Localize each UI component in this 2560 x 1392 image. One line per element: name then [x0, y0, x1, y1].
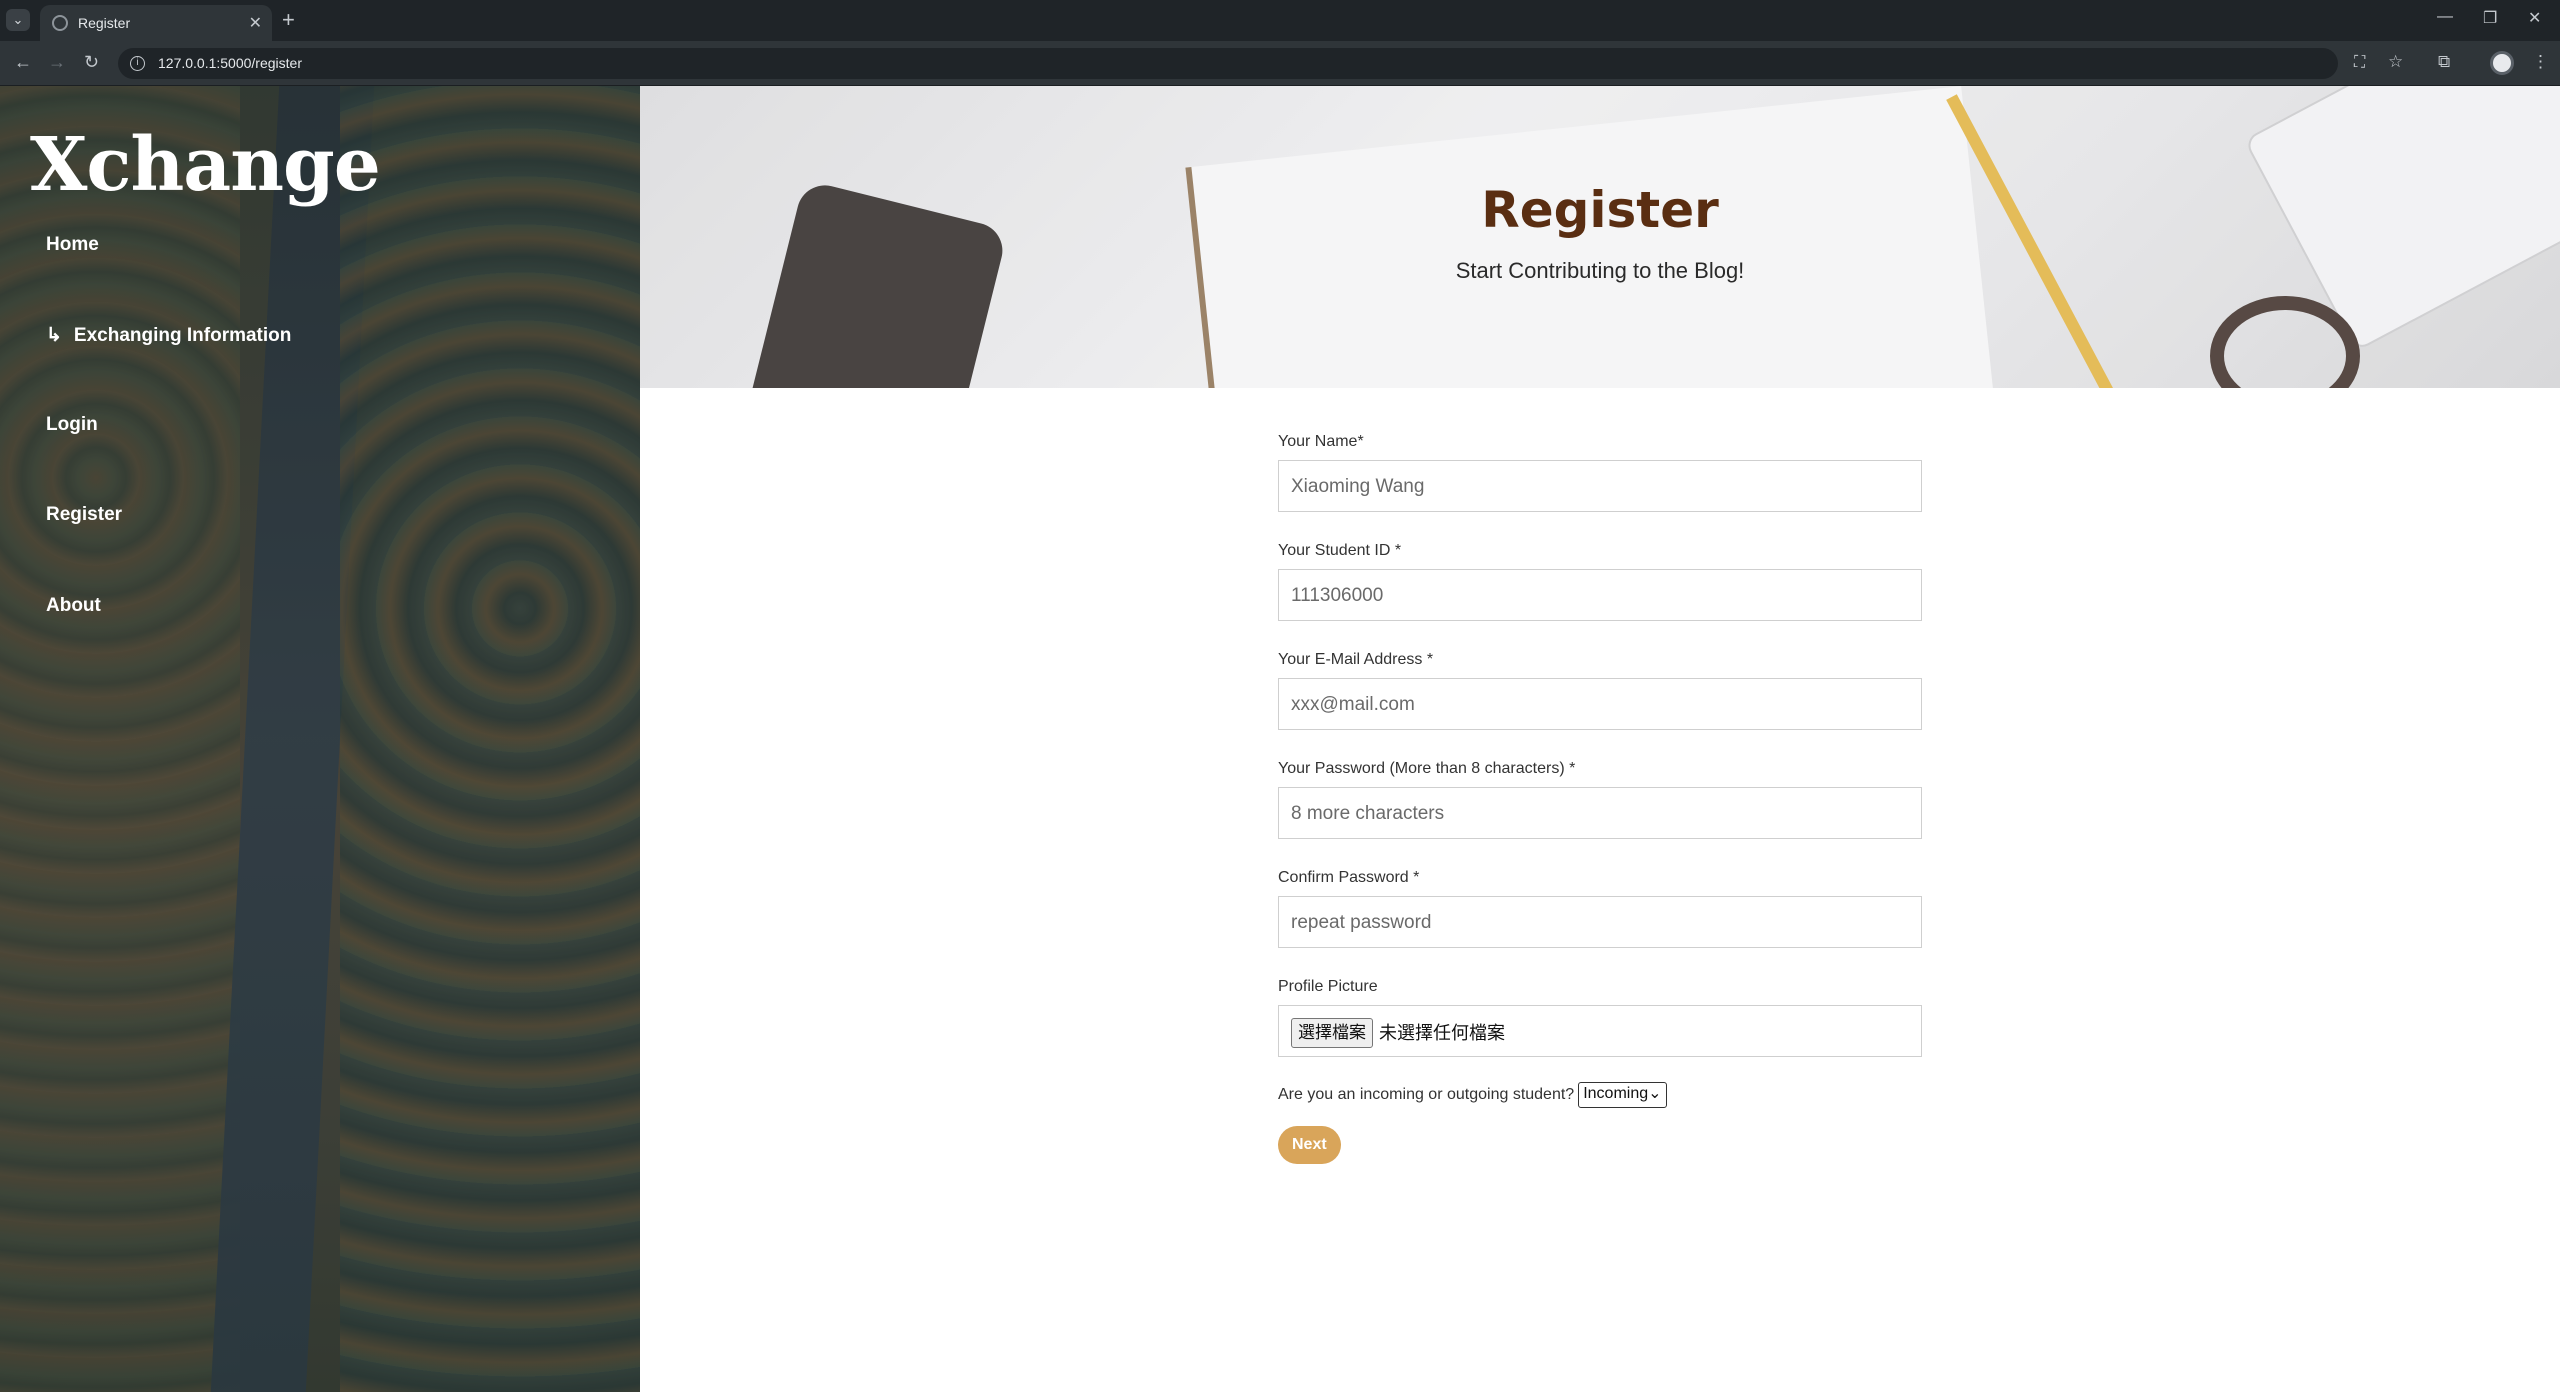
sidebar-shade [0, 86, 640, 1392]
forward-icon[interactable]: → [48, 52, 66, 73]
student-id-field-group: Your Student ID * 111306000 [1278, 539, 1922, 621]
browser-tabstrip: ⌄ Register ✕ + — ❐ ✕ [0, 0, 2560, 41]
password-label: Your Password (More than 8 characters) * [1278, 760, 1576, 777]
profile-picture-field-group: Profile Picture 選擇檔案 未選擇任何檔案 [1278, 975, 1922, 1057]
student-type-row: Are you an incoming or outgoing student?… [1278, 1080, 1922, 1110]
student-type-label: Are you an incoming or outgoing student? [1278, 1086, 1575, 1103]
profile-picture-input[interactable]: 選擇檔案 未選擇任何檔案 [1278, 1005, 1922, 1057]
confirm-password-label: Confirm Password * [1278, 869, 1420, 886]
back-icon[interactable]: ← [14, 52, 32, 73]
next-button[interactable]: Next [1278, 1126, 1341, 1164]
student-type-selected: Incoming [1583, 1084, 1649, 1102]
tab-search-button[interactable]: ⌄ [6, 9, 30, 31]
window-close-icon[interactable]: ✕ [2528, 8, 2541, 28]
page-title: Register [1481, 181, 1719, 239]
url-text: 127.0.0.1:5000/register [158, 55, 302, 71]
password-field-group: Your Password (More than 8 characters) *… [1278, 757, 1922, 839]
profile-avatar[interactable] [2490, 51, 2514, 75]
translate-icon[interactable]: ⛶ [2354, 54, 2365, 72]
site-info-icon[interactable]: i [130, 56, 145, 71]
student-id-label: Your Student ID * [1278, 542, 1402, 559]
tab-title: Register [78, 15, 131, 31]
chevron-down-icon: ⌄ [1648, 1084, 1662, 1102]
profile-picture-label: Profile Picture [1278, 978, 1378, 995]
student-type-select[interactable]: Incoming⌄ [1578, 1081, 1667, 1108]
page-subtitle: Start Contributing to the Blog! [1455, 258, 1745, 283]
confirm-password-field-group: Confirm Password * repeat password [1278, 866, 1922, 948]
sidebar-item-register[interactable]: Register [46, 504, 122, 526]
name-input[interactable]: Xiaoming Wang [1278, 460, 1922, 512]
name-field-group: Your Name* Xiaoming Wang [1278, 430, 1922, 512]
sidebar-item-label: Home [46, 234, 99, 255]
password-input[interactable]: 8 more characters [1278, 787, 1922, 839]
sidebar-item-label: About [46, 595, 101, 616]
menu-kebab-icon[interactable]: ⋮ [2532, 52, 2549, 72]
globe-icon [52, 15, 68, 31]
register-form: Your Name* Xiaoming Wang Your Student ID… [1278, 430, 1922, 1164]
sidebar-item-label: Login [46, 414, 98, 435]
minimize-icon[interactable]: — [2437, 8, 2453, 26]
new-tab-button[interactable]: + [282, 7, 295, 33]
file-status-text: 未選擇任何檔案 [1379, 1023, 1505, 1044]
restore-icon[interactable]: ❐ [2483, 8, 2497, 28]
student-id-input[interactable]: 111306000 [1278, 569, 1922, 621]
email-field-group: Your E-Mail Address * xxx@mail.com [1278, 648, 1922, 730]
sidebar-item-home[interactable]: Home [46, 234, 99, 256]
extensions-icon[interactable]: ⧉ [2438, 52, 2450, 72]
browser-tab[interactable]: Register ✕ [40, 5, 272, 41]
sidebar-item-about[interactable]: About [46, 595, 101, 617]
sidebar-item-label: Exchanging Information [73, 325, 292, 346]
sidebar-item-exchanging-information[interactable]: ↳ Exchanging Information [46, 324, 291, 347]
hero-header: Register Start Contributing to the Blog! [640, 86, 2560, 388]
bookmark-star-icon[interactable]: ☆ [2388, 52, 2403, 72]
sidebar: Xchange Home ↳ Exchanging Information Log… [0, 86, 640, 1392]
email-label: Your E-Mail Address * [1278, 651, 1434, 668]
browser-toolbar: ← → ↻ i 127.0.0.1:5000/register ⛶ ☆ ⧉ ⋮ [0, 41, 2560, 86]
name-label: Your Name* [1278, 433, 1364, 450]
confirm-password-input[interactable]: repeat password [1278, 896, 1922, 948]
choose-file-button[interactable]: 選擇檔案 [1291, 1018, 1373, 1049]
sidebar-item-login[interactable]: Login [46, 414, 98, 436]
email-input[interactable]: xxx@mail.com [1278, 678, 1922, 730]
brand-logo[interactable]: Xchange [30, 122, 381, 208]
sub-arrow-icon: ↳ [46, 325, 62, 346]
reload-icon[interactable]: ↻ [84, 52, 99, 73]
close-icon[interactable]: ✕ [249, 13, 262, 33]
sidebar-item-label: Register [46, 504, 123, 525]
address-bar[interactable]: i 127.0.0.1:5000/register ⛶ [118, 48, 2365, 79]
